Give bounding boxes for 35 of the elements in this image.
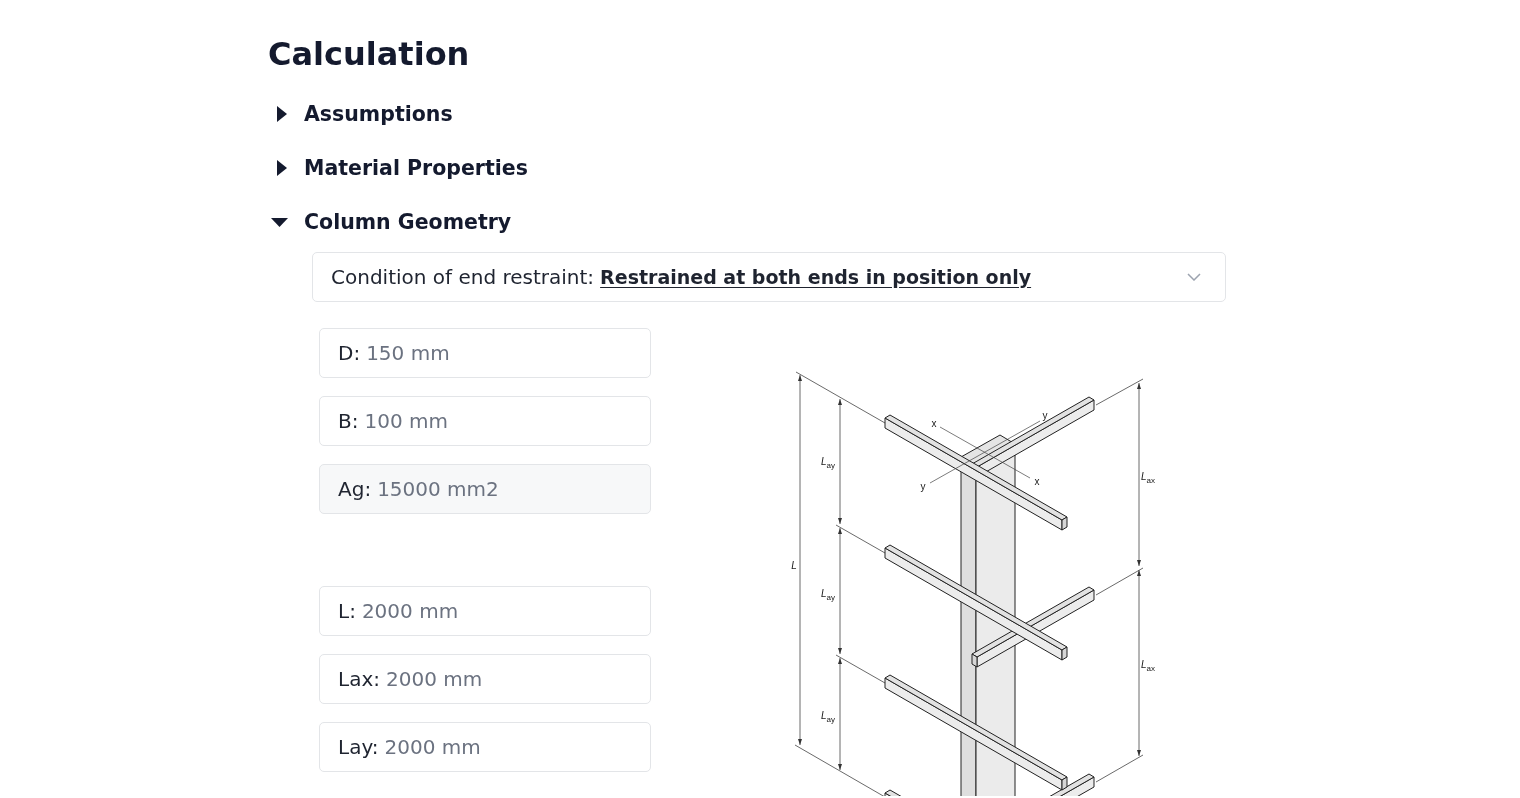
dimension-label: L$_{ay}$ bbox=[821, 709, 835, 725]
input-field[interactable]: Lax: 2000 mm bbox=[319, 654, 651, 704]
field-value: 150 mm bbox=[366, 341, 450, 365]
dropdown-label: Condition of end restraint: bbox=[331, 265, 595, 289]
field-value: 2000 mm bbox=[361, 599, 459, 623]
field-label: Lax: bbox=[338, 667, 380, 691]
dimension-label: L$_{ay}$ bbox=[821, 587, 835, 603]
section-header[interactable]: Assumptions bbox=[268, 94, 459, 134]
input-field[interactable]: B: 100 mm bbox=[319, 396, 651, 446]
section-header[interactable]: Column Geometry bbox=[268, 202, 518, 242]
dimension-label: L bbox=[791, 559, 797, 571]
field-value: 15000 mm2 bbox=[377, 477, 499, 501]
input-field[interactable]: L: 2000 mm bbox=[319, 586, 651, 636]
chevron-down-icon bbox=[1187, 273, 1201, 281]
field-label: Ag: bbox=[338, 477, 372, 501]
dimension-label: L$_{ax}$ bbox=[1141, 470, 1155, 486]
selected-option[interactable]: Restrained at both ends in position only bbox=[600, 266, 1032, 288]
end-restraint-dropdown[interactable]: Condition of end restraint: Restrained at both ends in position only bbox=[312, 252, 1226, 302]
field-value: 2000 mm bbox=[386, 667, 483, 691]
dimension-label: L$_{ax}$ bbox=[1141, 658, 1155, 674]
input-field[interactable]: D: 150 mm bbox=[319, 328, 651, 378]
field-label: D: bbox=[338, 341, 361, 365]
field-label: B: bbox=[338, 409, 359, 433]
field-value: 100 mm bbox=[364, 409, 448, 433]
axis-label: x bbox=[931, 417, 937, 429]
field-value: 2000 mm bbox=[384, 735, 481, 759]
dimension-label: L$_{ay}$ bbox=[821, 455, 835, 471]
axis-label: y bbox=[920, 480, 926, 492]
input-field[interactable]: Lay: 2000 mm bbox=[319, 722, 651, 772]
axis-label: y bbox=[1042, 409, 1048, 421]
axis-label: x bbox=[1034, 475, 1040, 487]
field-label: Lay: bbox=[338, 735, 379, 759]
page-title: Calculation bbox=[268, 34, 470, 75]
section-header[interactable]: Material Properties bbox=[268, 148, 534, 188]
field-label: L: bbox=[338, 599, 356, 623]
